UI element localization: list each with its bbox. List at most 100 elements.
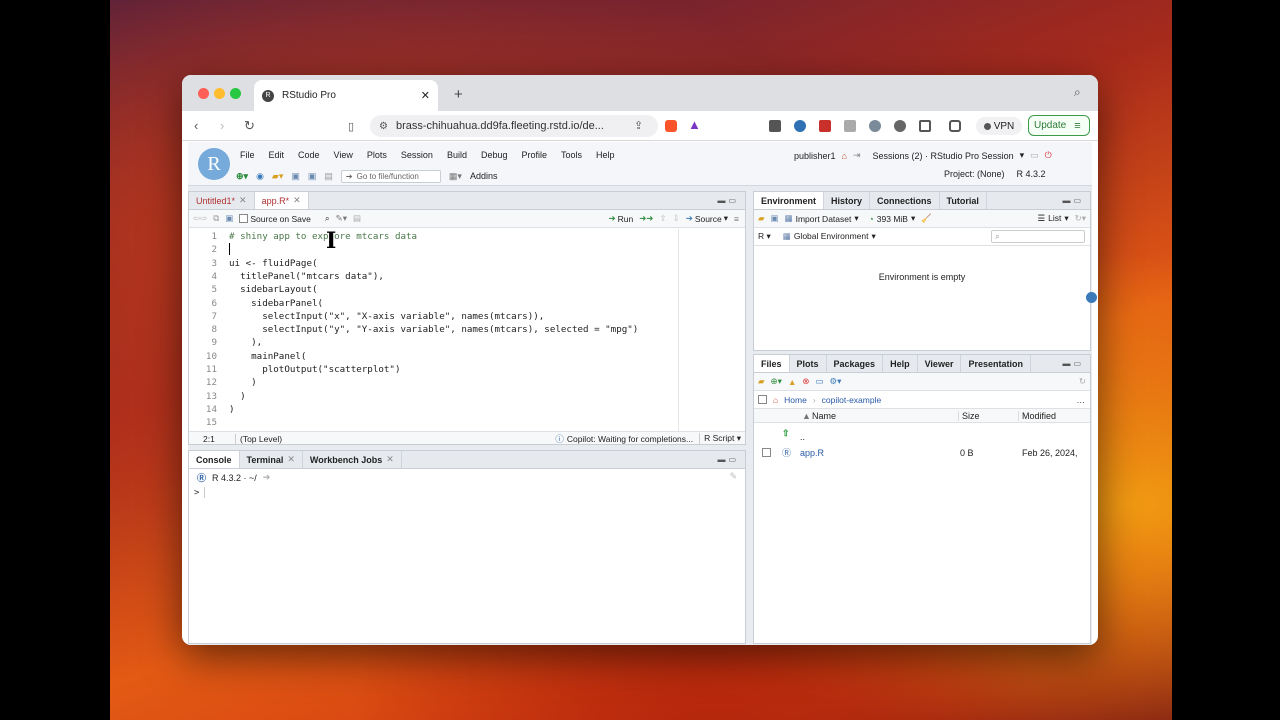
vpn-button[interactable]: VPN xyxy=(976,117,1022,135)
pane-minmax-icon[interactable]: ▬▭ xyxy=(1062,196,1084,205)
run-button[interactable]: ➔ Run xyxy=(608,213,633,224)
quit-session-icon[interactable]: ⏻ xyxy=(1045,150,1052,161)
minimize-window-button[interactable] xyxy=(214,88,225,99)
pane-minmax-icon[interactable]: ▬▭ xyxy=(1062,359,1084,368)
language-menu[interactable]: R ▾ xyxy=(758,231,771,242)
select-all-checkbox[interactable] xyxy=(758,395,767,404)
tab-console[interactable]: Console xyxy=(189,451,240,468)
code-editor[interactable]: 1 # shiny app to explore mtcars data 2 3 ui … xyxy=(189,228,745,431)
row-checkbox[interactable] xyxy=(762,448,771,457)
close-tab-icon[interactable]: ✕ xyxy=(421,89,430,102)
load-workspace-icon[interactable]: ▰ xyxy=(758,213,765,224)
code-tools-icon[interactable]: ✎▾ xyxy=(336,213,347,224)
tab-terminal[interactable]: Terminal ✕ xyxy=(240,451,303,468)
table-row[interactable]: Ⓡ app.R 0 B Feb 26, 2024, xyxy=(754,445,1090,461)
brave-shield-icon[interactable] xyxy=(665,120,677,132)
wallet-icon[interactable] xyxy=(949,120,961,132)
close-window-button[interactable] xyxy=(198,88,209,99)
menu-file[interactable]: File xyxy=(240,150,255,160)
console-output[interactable]: > xyxy=(189,485,745,643)
import-dataset-button[interactable]: ▦ Import Dataset ▾ xyxy=(785,213,859,224)
save-all-icon[interactable]: ▣ xyxy=(308,171,317,182)
search-tabs-icon[interactable]: ⌕ xyxy=(1074,85,1081,100)
menu-profile[interactable]: Profile xyxy=(522,150,548,160)
tab-connections[interactable]: Connections xyxy=(870,192,940,209)
menu-code[interactable]: Code xyxy=(298,150,320,160)
tab-environment[interactable]: Environment xyxy=(754,192,825,209)
go-to-file-input[interactable]: ➔ Go to file/function xyxy=(340,169,441,183)
clear-broom-icon[interactable]: 🧹 xyxy=(921,213,932,224)
save-icon[interactable]: ▣ xyxy=(225,213,233,224)
close-tab-icon[interactable]: ✕ xyxy=(287,454,295,465)
back-icon[interactable]: ⇦⇨ xyxy=(193,213,207,224)
pane-minmax-icon[interactable]: ▬▭ xyxy=(717,196,739,205)
new-folder-icon[interactable]: ▰ xyxy=(758,376,765,387)
more-gear-icon[interactable]: ⚙▾ xyxy=(830,376,842,387)
menu-plots[interactable]: Plots xyxy=(367,150,387,160)
rename-icon[interactable]: ▭ xyxy=(815,376,823,387)
tab-packages[interactable]: Packages xyxy=(827,355,884,372)
source-button[interactable]: ➔ Source ▾ xyxy=(686,213,728,224)
forward-icon[interactable]: › xyxy=(220,118,224,133)
breadcrumb-folder[interactable]: copilot-example xyxy=(822,395,882,405)
upload-icon[interactable]: ▲ xyxy=(788,377,796,387)
copilot-side-icon[interactable] xyxy=(1086,292,1097,303)
scope-menu[interactable]: (Top Level) xyxy=(235,433,282,444)
menu-session[interactable]: Session xyxy=(401,150,433,160)
tab-workbench-jobs[interactable]: Workbench Jobs ✕ xyxy=(303,451,402,468)
new-project-icon[interactable]: ◉ xyxy=(256,171,264,182)
open-file-icon[interactable]: ▰▾ xyxy=(272,171,283,182)
reload-icon[interactable]: ↻ xyxy=(244,118,255,134)
delete-icon[interactable]: ⊗ xyxy=(802,376,809,387)
tab-untitled1[interactable]: Untitled1* ✕ xyxy=(189,192,255,209)
file-name[interactable]: app.R xyxy=(800,448,824,458)
menu-debug[interactable]: Debug xyxy=(481,150,508,160)
update-button[interactable]: Update ≡ xyxy=(1028,115,1090,136)
tab-help[interactable]: Help xyxy=(883,355,918,372)
tab-app-r[interactable]: app.R* ✕ xyxy=(254,192,309,209)
close-tab-icon[interactable]: ✕ xyxy=(293,195,301,206)
browser-tab[interactable]: R RStudio Pro ✕ xyxy=(254,80,438,111)
show-in-window-icon[interactable]: ⧉ xyxy=(213,213,219,224)
extension-icon[interactable] xyxy=(819,120,831,132)
column-name[interactable]: Name xyxy=(812,411,836,421)
brave-rewards-icon[interactable]: ▲ xyxy=(688,117,701,132)
home-icon[interactable]: ⌂ xyxy=(773,395,778,405)
menu-edit[interactable]: Edit xyxy=(269,150,285,160)
parent-directory-row[interactable]: ⇧ .. xyxy=(754,427,1090,443)
site-settings-icon[interactable]: ⚙ xyxy=(379,121,388,132)
sessions-menu[interactable]: Sessions (2) · RStudio Pro Session xyxy=(873,151,1014,161)
bookmark-icon[interactable]: ▯ xyxy=(348,120,354,133)
tab-plots[interactable]: Plots xyxy=(790,355,827,372)
extension-icon[interactable] xyxy=(769,120,781,132)
refresh-icon[interactable]: ↻ xyxy=(1079,376,1086,387)
file-type-menu[interactable]: R Script ▾ xyxy=(699,433,741,444)
rerun-icon[interactable]: ➜➜ xyxy=(639,213,653,224)
project-menu[interactable]: Project: (None) xyxy=(944,169,1005,179)
share-icon[interactable]: ⇪ xyxy=(634,119,643,132)
print-icon[interactable]: ▤ xyxy=(324,171,333,182)
tab-viewer[interactable]: Viewer xyxy=(918,355,962,372)
save-workspace-icon[interactable]: ▣ xyxy=(771,213,779,224)
new-file-icon[interactable]: ⊕▾ xyxy=(236,171,248,182)
breadcrumb-home[interactable]: Home xyxy=(784,395,807,405)
source-on-save-checkbox[interactable] xyxy=(239,214,249,223)
column-modified[interactable]: Modified xyxy=(1018,411,1056,421)
menu-build[interactable]: Build xyxy=(447,150,467,160)
home-icon[interactable]: ⌂ xyxy=(842,151,847,161)
global-environment-menu[interactable]: ▦ Global Environment ▾ xyxy=(783,231,876,242)
close-tab-icon[interactable]: ✕ xyxy=(239,195,247,206)
go-to-directory-icon[interactable]: ➔ xyxy=(263,472,271,483)
memory-usage[interactable]: ◔ 393 MiB ▾ xyxy=(869,213,916,224)
refresh-icon[interactable]: ↻▾ xyxy=(1075,213,1086,224)
new-blank-file-icon[interactable]: ⊕▾ xyxy=(771,376,782,387)
view-mode-menu[interactable]: ☰ List ▾ xyxy=(1037,213,1068,224)
outline-icon[interactable]: ≡ xyxy=(734,214,739,224)
tab-presentation[interactable]: Presentation xyxy=(961,355,1031,372)
r-version-menu[interactable]: R 4.3.2 xyxy=(1017,169,1046,179)
new-tab-icon[interactable]: + xyxy=(454,86,463,103)
column-size[interactable]: Size xyxy=(958,411,980,421)
url-field[interactable]: ⚙ brass-chihuahua.dd9fa.fleeting.rstd.io… xyxy=(370,115,658,137)
go-down-icon[interactable]: ⇩ xyxy=(673,213,680,224)
back-icon[interactable]: ‹ xyxy=(194,118,198,133)
